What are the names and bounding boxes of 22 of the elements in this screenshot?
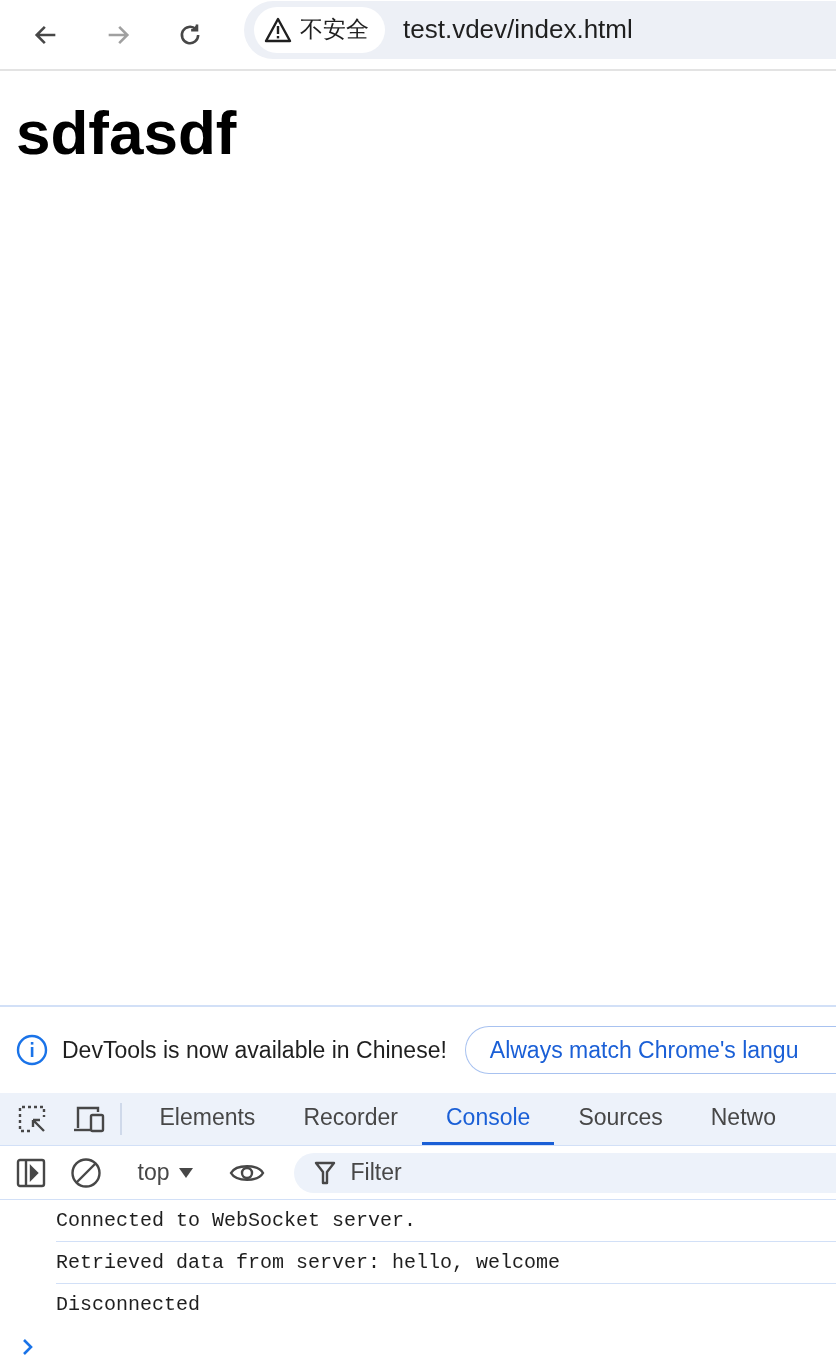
console-message: Connected to WebSocket server.: [56, 1200, 836, 1242]
language-button[interactable]: Always match Chrome's langu: [464, 1026, 836, 1074]
devtools-tab[interactable]: Sources: [554, 1093, 687, 1145]
info-message: DevTools is now available in Chinese!: [62, 1035, 447, 1065]
devtools-tab[interactable]: Netwo: [686, 1093, 800, 1145]
address-bar[interactable]: 不安全 test.vdev/index.html: [244, 0, 836, 59]
page-heading: sdfasdf: [16, 99, 238, 168]
url-text: test.vdev/index.html: [403, 13, 633, 46]
devtools-tab[interactable]: Elements: [135, 1093, 280, 1145]
console-message: Disconnected: [56, 1292, 202, 1318]
warning-icon: [264, 16, 292, 43]
filter-field[interactable]: Filter: [294, 1152, 836, 1193]
clear-console-icon[interactable]: [70, 1156, 102, 1189]
prompt-chevron-icon: [22, 1337, 34, 1356]
security-chip[interactable]: 不安全: [254, 6, 385, 53]
devtools-tab[interactable]: Recorder: [279, 1093, 422, 1145]
sidebar-toggle-icon[interactable]: [16, 1157, 46, 1188]
console-message: Retrieved data from server: hello, welcome: [56, 1242, 836, 1284]
devtools-tab[interactable]: Console: [422, 1093, 555, 1145]
info-icon: [16, 1034, 48, 1066]
context-selector[interactable]: top: [131, 1155, 200, 1190]
caret-icon: [179, 1167, 194, 1178]
